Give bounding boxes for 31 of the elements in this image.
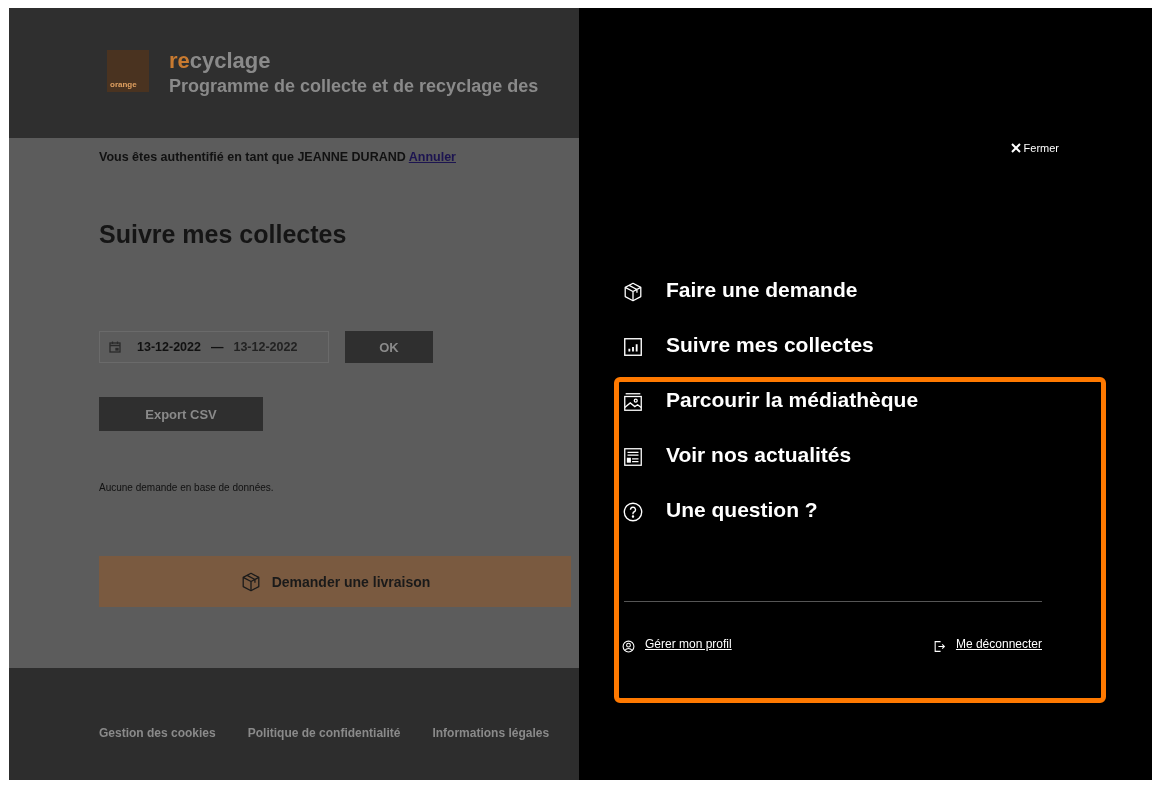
user-icon [622, 640, 635, 653]
footer-link[interactable]: Politique de confidentialité [247, 726, 401, 780]
newspaper-icon [622, 446, 644, 468]
start-date: 13-12-2022 [137, 340, 201, 354]
question-icon [622, 501, 644, 523]
menu-item[interactable]: Parcourir la médiathèque [666, 384, 919, 416]
account-link[interactable]: Me déconnecter [955, 636, 1042, 651]
calendar-icon [109, 341, 121, 353]
page-title: Suivre mes collectes [99, 220, 348, 249]
end-date: 13-12-2022 [233, 340, 298, 354]
image-icon [622, 391, 644, 413]
menu-item[interactable]: Suivre mes collectes [666, 329, 874, 361]
logout-icon [932, 640, 946, 653]
footer-link[interactable]: Informations légales [432, 726, 550, 780]
box-icon [622, 281, 644, 303]
close-icon [1010, 143, 1021, 153]
bar-chart-icon [622, 336, 644, 358]
auth-notice: Vous êtes authentifié en tant que JEANNE DURAND Annuler [99, 150, 457, 164]
account-link[interactable]: Gérer mon profil [645, 636, 732, 651]
ok-button[interactable]: OK [345, 331, 433, 363]
footer-link[interactable]: Gestion des cookies [99, 726, 216, 780]
empty-message: Aucune demande en base de données. [99, 482, 275, 493]
date-separator: — [210, 340, 224, 354]
menu-item[interactable]: Voir nos actualités [666, 439, 852, 471]
brand-name: recyclage [169, 50, 272, 72]
menu-item[interactable]: Une question ? [666, 494, 818, 526]
brand-subtitle: Programme de collecte et de recyclage des [169, 76, 539, 97]
export-csv-button[interactable]: Export CSV [99, 397, 263, 431]
close-button[interactable]: Fermer [1010, 142, 1059, 154]
menu-item[interactable]: Faire une demande [666, 274, 858, 306]
logo-text: orange [110, 80, 137, 89]
